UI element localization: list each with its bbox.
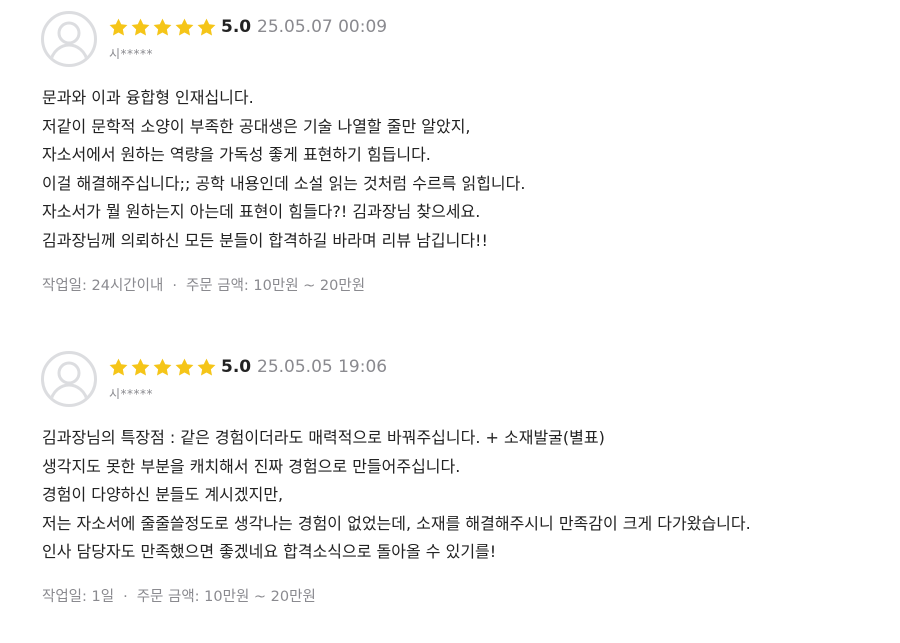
review-line: 문과와 이과 융합형 인재십니다. — [42, 88, 254, 107]
order-amount: 주문 금액: 10만원 ~ 20만원 — [136, 589, 316, 605]
review-line: 자소서에서 원하는 역량을 가독성 좋게 표현하기 힘듭니다. — [42, 145, 431, 164]
avatar — [41, 351, 97, 407]
review-line: 이걸 해결해주십니다;; 공학 내용인데 소설 읽는 것처럼 수르륵 읽힙니다. — [42, 173, 526, 193]
star-icon — [153, 18, 172, 36]
review-line: 인사 담당자도 만족했으면 좋겠네요 합격소식으로 돌아올 수 있기를! — [42, 542, 497, 561]
review-line: 김과장님의 특장점 : 같은 경험이더라도 매력적으로 바꿔주십니다. + 소재… — [42, 428, 605, 447]
star-rating — [108, 357, 217, 378]
order-amount: 주문 금액: 10만원 ~ 20만원 — [185, 278, 366, 294]
star-icon — [175, 18, 194, 36]
star-rating — [108, 17, 217, 38]
meta-separator: · — [123, 589, 128, 605]
review-meta: 작업일: 24시간이내 · 주문 금액: 10만원 ~ 20만원 — [42, 274, 365, 295]
rating-score: 5.0 — [221, 357, 252, 377]
star-icon — [131, 358, 150, 376]
star-icon — [109, 18, 128, 36]
reviewer-name: 시***** — [109, 47, 154, 61]
review-date: 25.05.07 00:09 — [257, 17, 388, 37]
review-line: 저같이 문학적 소양이 부족한 공대생은 기술 나열할 줄만 알았지, — [42, 116, 471, 136]
avatar — [41, 11, 97, 67]
reviewer-name: 시***** — [109, 387, 154, 401]
star-icon — [197, 358, 216, 376]
star-icon — [131, 18, 150, 36]
user-placeholder-icon — [48, 21, 90, 64]
user-placeholder-icon — [48, 361, 90, 404]
work-period: 작업일: 24시간이내 — [42, 278, 164, 294]
review-line: 생각지도 못한 부분을 캐치해서 진짜 경험으로 만들어주십니다. — [42, 456, 461, 476]
review-line: 자소서가 뭘 원하는지 아는데 표현이 힘들다?! 김과장님 찾으세요. — [42, 202, 481, 221]
rating-score: 5.0 — [221, 17, 252, 37]
star-icon — [197, 18, 216, 36]
work-period: 작업일: 1일 — [42, 589, 115, 605]
review-text: 문과와 이과 융합형 인재십니다. 저같이 문학적 소양이 부족한 공대생은 기… — [42, 84, 525, 255]
star-icon — [175, 358, 194, 376]
star-icon — [153, 358, 172, 376]
review-text: 김과장님의 특장점 : 같은 경험이더라도 매력적으로 바꿔주십니다. + 소재… — [42, 424, 751, 567]
meta-separator: · — [172, 278, 177, 294]
review-date: 25.05.05 19:06 — [257, 357, 388, 377]
review-meta: 작업일: 1일 · 주문 금액: 10만원 ~ 20만원 — [42, 585, 316, 606]
review-line: 김과장님께 의뢰하신 모든 분들이 합격하길 바라며 리뷰 남깁니다!! — [42, 230, 488, 250]
review-line: 경험이 다양하신 분들도 계시겠지만, — [42, 485, 284, 504]
review-line: 저는 자소서에 줄줄쓸정도로 생각나는 경험이 없었는데, 소재를 해결해주시니… — [42, 513, 751, 533]
star-icon — [109, 358, 128, 376]
